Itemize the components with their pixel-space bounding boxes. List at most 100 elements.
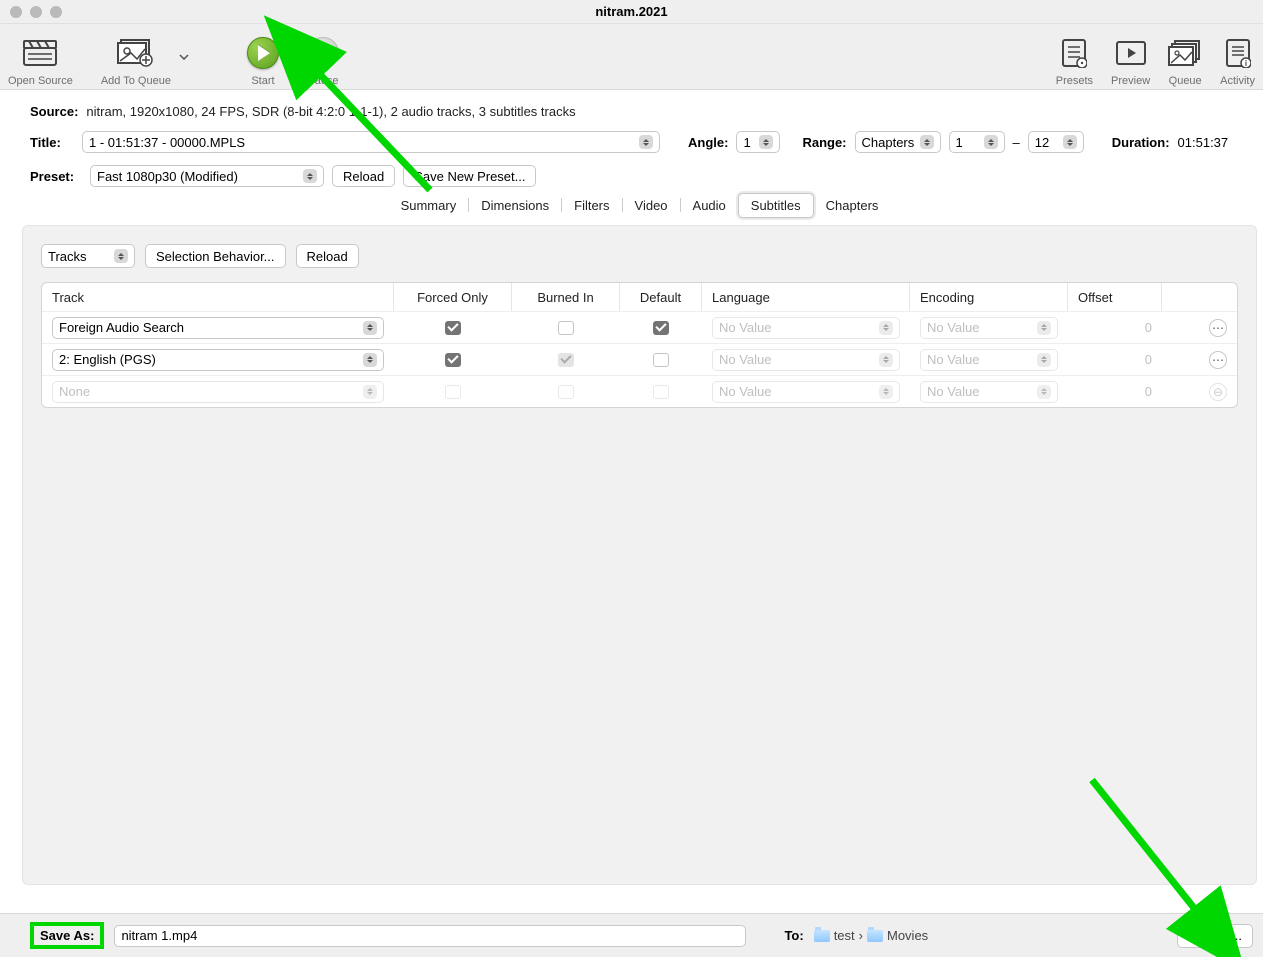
tab-audio[interactable]: Audio (681, 194, 738, 217)
select-arrows-icon (759, 135, 773, 149)
to-label: To: (784, 928, 803, 943)
col-encoding: Encoding (910, 283, 1068, 311)
encoding-select[interactable]: No Value (920, 349, 1058, 371)
forced-checkbox (445, 385, 461, 399)
pause-icon (307, 37, 339, 69)
folder-icon (814, 930, 830, 942)
add-to-queue-label: Add To Queue (101, 75, 171, 87)
offset-value: 0 (1068, 344, 1162, 375)
folder-icon (867, 930, 883, 942)
main-panel: Source: nitram, 1920x1080, 24 FPS, SDR (… (0, 90, 1263, 885)
activity-icon: i (1225, 35, 1251, 71)
angle-value: 1 (743, 135, 750, 150)
preset-select[interactable]: Fast 1080p30 (Modified) (90, 165, 324, 187)
range-start-value: 1 (956, 135, 963, 150)
title-select[interactable]: 1 - 01:51:37 - 00000.MPLS (82, 131, 660, 153)
select-arrows-icon (363, 385, 377, 399)
col-forced: Forced Only (394, 283, 512, 311)
dest-path[interactable]: test › Movies (814, 928, 929, 943)
burned-checkbox[interactable] (558, 321, 574, 335)
window-title: nitram.2021 (0, 4, 1263, 19)
tab-summary[interactable]: Summary (389, 194, 469, 217)
select-arrows-icon (363, 353, 377, 367)
col-offset: Offset (1068, 283, 1162, 311)
queue-button[interactable]: Queue (1168, 27, 1202, 87)
tab-dimensions[interactable]: Dimensions (469, 194, 561, 217)
select-arrows-icon (984, 135, 998, 149)
offset-value: 0 (1068, 312, 1162, 343)
title-select-value: 1 - 01:51:37 - 00000.MPLS (89, 135, 245, 150)
track-select[interactable]: 2: English (PGS) (52, 349, 384, 371)
encoding-select: No Value (920, 381, 1058, 403)
add-to-queue-button[interactable]: Add To Queue (101, 27, 171, 87)
save-new-preset-button[interactable]: Save New Preset... (403, 165, 536, 187)
angle-select[interactable]: 1 (736, 131, 780, 153)
range-type-value: Chapters (862, 135, 915, 150)
table-row: Foreign Audio Search No Value No Value 0… (42, 311, 1237, 343)
queue-dropdown-chevron-icon[interactable] (179, 54, 189, 60)
angle-label: Angle: (688, 135, 728, 150)
select-arrows-icon (303, 169, 317, 183)
open-source-button[interactable]: Open Source (8, 27, 73, 87)
preset-value: Fast 1080p30 (Modified) (97, 169, 238, 184)
track-select[interactable]: Foreign Audio Search (52, 317, 384, 339)
tab-video[interactable]: Video (623, 194, 680, 217)
selection-behavior-button[interactable]: Selection Behavior... (145, 244, 286, 268)
presets-button[interactable]: Presets (1056, 27, 1093, 87)
svg-text:i: i (1244, 59, 1246, 68)
presets-icon (1061, 35, 1087, 71)
queue-icon (1168, 35, 1202, 71)
browse-button[interactable]: Browse... (1177, 924, 1253, 948)
image-plus-icon (117, 35, 155, 71)
track-select[interactable]: None (52, 381, 384, 403)
tab-chapters[interactable]: Chapters (814, 194, 891, 217)
pause-button[interactable]: Pause (307, 27, 339, 87)
table-row: 2: English (PGS) No Value No Value 0 ⋯ (42, 343, 1237, 375)
tabs: Summary Dimensions Filters Video Audio S… (30, 191, 1249, 219)
default-checkbox[interactable] (653, 353, 669, 367)
preset-label: Preset: (30, 169, 82, 184)
table-row: None No Value No Value 0 ⊖ (42, 375, 1237, 407)
language-select[interactable]: No Value (712, 349, 900, 371)
default-checkbox[interactable] (653, 321, 669, 335)
burned-checkbox (558, 385, 574, 399)
language-select[interactable]: No Value (712, 317, 900, 339)
preset-reload-button[interactable]: Reload (332, 165, 395, 187)
select-arrows-icon (1063, 135, 1077, 149)
encoding-select[interactable]: No Value (920, 317, 1058, 339)
burned-checkbox[interactable] (558, 353, 574, 367)
range-label: Range: (802, 135, 846, 150)
table-header: Track Forced Only Burned In Default Lang… (42, 283, 1237, 311)
range-end-select[interactable]: 12 (1028, 131, 1084, 153)
presets-label: Presets (1056, 75, 1093, 87)
more-options-icon[interactable]: ⋯ (1209, 319, 1227, 337)
open-source-label: Open Source (8, 75, 73, 87)
more-options-icon[interactable]: ⋯ (1209, 351, 1227, 369)
clapperboard-icon (23, 35, 57, 71)
activity-button[interactable]: i Activity (1220, 27, 1255, 87)
forced-checkbox[interactable] (445, 353, 461, 367)
offset-value: 0 (1068, 376, 1162, 407)
save-as-input[interactable] (114, 925, 746, 947)
subtitles-table: Track Forced Only Burned In Default Lang… (41, 282, 1238, 408)
save-as-label: Save As: (30, 922, 104, 949)
range-start-select[interactable]: 1 (949, 131, 1005, 153)
preview-button[interactable]: Preview (1111, 27, 1150, 87)
start-button[interactable]: Start (247, 27, 279, 87)
range-type-select[interactable]: Chapters (855, 131, 941, 153)
col-track: Track (42, 283, 394, 311)
titlebar: nitram.2021 (0, 0, 1263, 24)
source-label: Source: (30, 104, 78, 119)
preview-icon (1116, 35, 1146, 71)
play-icon (247, 37, 279, 69)
language-select: No Value (712, 381, 900, 403)
tab-subtitles[interactable]: Subtitles (738, 193, 814, 218)
forced-checkbox[interactable] (445, 321, 461, 335)
pause-label: Pause (307, 75, 338, 87)
subtitles-reload-button[interactable]: Reload (296, 244, 359, 268)
source-value: nitram, 1920x1080, 24 FPS, SDR (8-bit 4:… (86, 104, 575, 119)
tab-filters[interactable]: Filters (562, 194, 621, 217)
preview-label: Preview (1111, 75, 1150, 87)
col-actions (1162, 283, 1237, 311)
tracks-select[interactable]: Tracks (41, 244, 135, 268)
